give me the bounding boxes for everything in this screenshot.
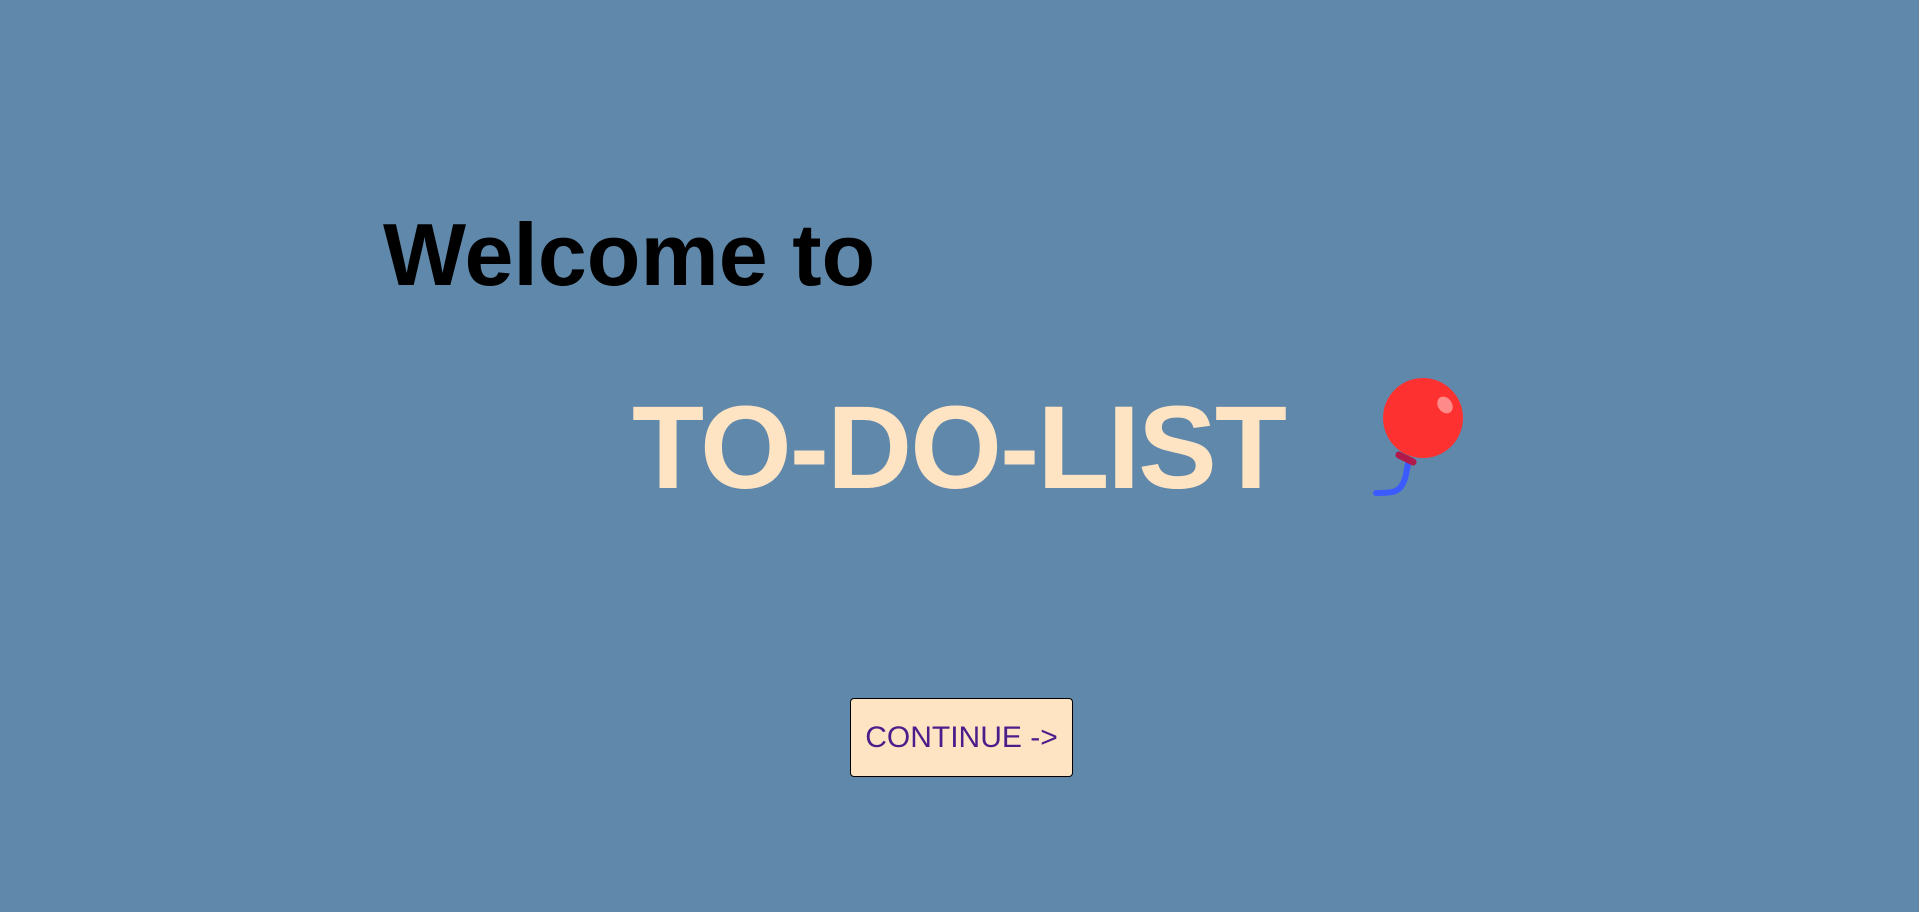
continue-button[interactable]: CONTINUE -> bbox=[850, 698, 1073, 777]
balloon-icon bbox=[1373, 378, 1463, 496]
welcome-screen: Welcome to TO-DO-LIST CONTINUE -> bbox=[0, 0, 1919, 912]
welcome-heading: Welcome to bbox=[383, 205, 876, 304]
app-title: TO-DO-LIST bbox=[632, 382, 1287, 514]
